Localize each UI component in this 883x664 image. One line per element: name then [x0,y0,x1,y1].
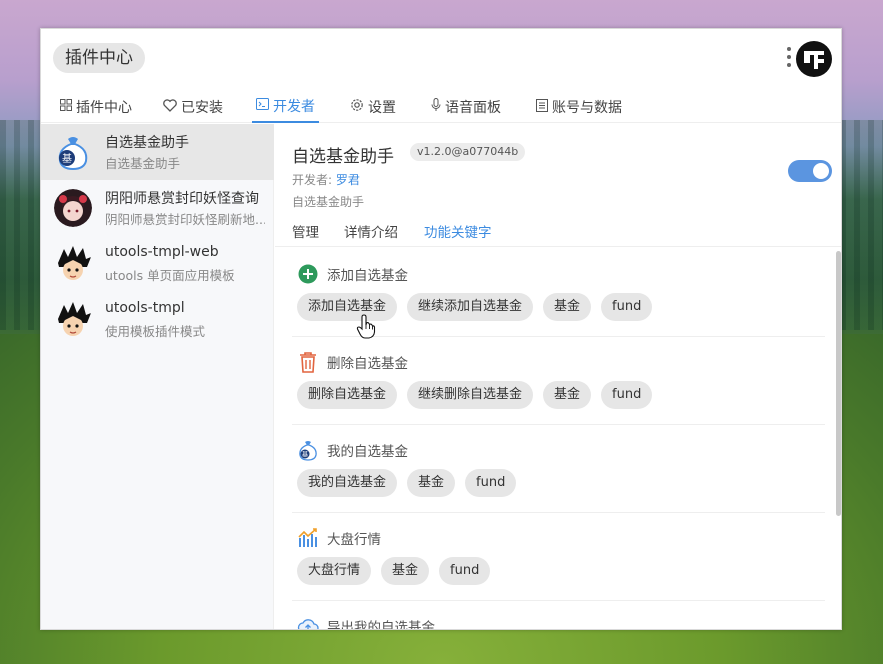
feature-item: 删除自选基金 删除自选基金 继续删除自选基金 基金 fund [292,337,825,425]
title-bar: 插件中心 [41,29,841,91]
plugin-detail: 自选基金助手 v1.2.0@a077044b 开发者: 罗君 自选基金助手 管理… [275,124,841,630]
toggle-knob [813,163,829,179]
version-badge: v1.2.0@a077044b [410,143,526,161]
subtab-manage[interactable]: 管理 [292,221,319,241]
plugin-title: 阴阳师悬赏封印妖怪查询 [105,191,259,207]
hand-cursor-icon [356,314,376,339]
command-chip[interactable]: 基金 [543,293,592,321]
goku-avatar [54,245,92,283]
feature-item: 基 我的自选基金 我的自选基金 基金 fund [292,425,825,513]
command-chip[interactable]: fund [601,293,653,321]
plugin-desc: 自选基金助手 [105,156,181,171]
developer-line: 开发者: 罗君 [292,171,360,188]
feature-title: 删除自选基金 [327,356,408,372]
feature-title: 添加自选基金 [327,268,408,284]
feature-title: 我的自选基金 [327,444,408,460]
command-chip[interactable]: 基金 [543,381,592,409]
plugin-list-item[interactable]: 基 自选基金助手 自选基金助手 [41,124,274,180]
feature-title: 大盘行情 [327,532,381,548]
tab-plugin-center[interactable]: 插件中心 [56,91,136,123]
command-chip[interactable]: 添加自选基金 [297,293,398,321]
command-chip[interactable]: 基金 [407,469,456,497]
plugin-desc: 使用模板插件模式 [105,324,206,339]
plugin-title: utools-tmpl-web [105,244,219,260]
fund-bag-avatar: 基 [54,133,92,171]
plus-circle-icon [297,263,319,285]
command-chip[interactable]: 继续删除自选基金 [407,381,534,409]
command-chip[interactable]: 删除自选基金 [297,381,398,409]
more-menu-icon[interactable] [786,47,792,73]
plugin-name: 自选基金助手 [292,147,394,167]
tab-label: 账号与数据 [552,100,622,116]
feature-title: 导出我的自选基金 [327,620,435,630]
subtab-keywords[interactable]: 功能关键字 [424,221,492,241]
ledger-icon [536,98,548,116]
microphone-icon [431,98,441,116]
tab-label: 设置 [368,100,396,116]
command-chip[interactable]: 基金 [381,557,430,585]
grid-icon [60,99,72,115]
tab-developer[interactable]: 开发者 [252,91,319,123]
tab-label: 插件中心 [76,100,132,116]
tab-account-data[interactable]: 账号与数据 [532,91,626,123]
command-chip[interactable]: fund [465,469,517,497]
anime-girl-avatar [54,189,92,227]
plugin-desc: utools 单页面应用模板 [105,268,235,283]
tab-label: 开发者 [273,99,315,115]
plugin-list: 基 自选基金助手 自选基金助手 阴阳师悬赏封印妖怪查询 阴阳师悬赏封印妖怪刷新地… [41,124,274,629]
plugin-title: 自选基金助手 [105,135,189,151]
command-chip[interactable]: 继续添加自选基金 [407,293,534,321]
feature-list: 添加自选基金 添加自选基金 继续添加自选基金 基金 fund 删除自选基金 删除… [275,249,841,630]
enable-toggle[interactable] [788,160,832,182]
command-chip[interactable]: 我的自选基金 [297,469,398,497]
feature-item: 导出我的自选基金 [292,601,825,630]
plugin-description: 自选基金助手 [292,195,365,209]
developer-label: 开发者: [292,173,333,187]
plugin-title: utools-tmpl [105,300,185,316]
tab-label: 语音面板 [445,100,501,116]
subtab-details[interactable]: 详情介绍 [344,221,398,241]
svg-text:基: 基 [302,451,308,459]
tab-voice-panel[interactable]: 语音面板 [427,91,505,123]
plugin-list-item[interactable]: utools-tmpl-web utools 单页面应用模板 [41,236,274,292]
market-chart-icon [297,527,319,549]
window-title: 插件中心 [53,43,145,73]
plugin-desc: 阴阳师悬赏封印妖怪刷新地... [105,212,265,227]
developer-link[interactable]: 罗君 [336,173,360,187]
heart-icon [163,98,177,116]
plugin-list-item[interactable]: 阴阳师悬赏封印妖怪查询 阴阳师悬赏封印妖怪刷新地... [41,180,274,236]
main-nav-tabs: 插件中心 已安装 开发者 设置 语音面板 账号与数据 [41,91,841,123]
gear-icon [350,98,364,116]
trash-icon [297,351,319,373]
command-chip[interactable]: fund [439,557,491,585]
plugin-center-window: 插件中心 插件中心 已安装 开发者 设置 语音面板 账号与数据 基 自选基金助手… [40,28,842,630]
feature-item: 大盘行情 大盘行情 基金 fund [292,513,825,601]
terminal-icon [256,98,269,114]
cloud-export-icon [297,615,319,629]
feature-list-scrollbar[interactable] [836,251,841,516]
detail-subtabs: 管理 详情介绍 功能关键字 [275,219,841,247]
plugin-list-item[interactable]: utools-tmpl 使用模板插件模式 [41,292,274,348]
command-chip[interactable]: fund [601,381,653,409]
svg-text:基: 基 [62,152,72,165]
tab-installed[interactable]: 已安装 [159,91,227,123]
fund-bag-icon: 基 [297,439,319,461]
utools-logo[interactable] [796,41,832,77]
command-chip[interactable]: 大盘行情 [297,557,372,585]
tab-label: 已安装 [181,100,223,116]
goku-avatar [54,301,92,339]
tab-settings[interactable]: 设置 [346,91,400,123]
